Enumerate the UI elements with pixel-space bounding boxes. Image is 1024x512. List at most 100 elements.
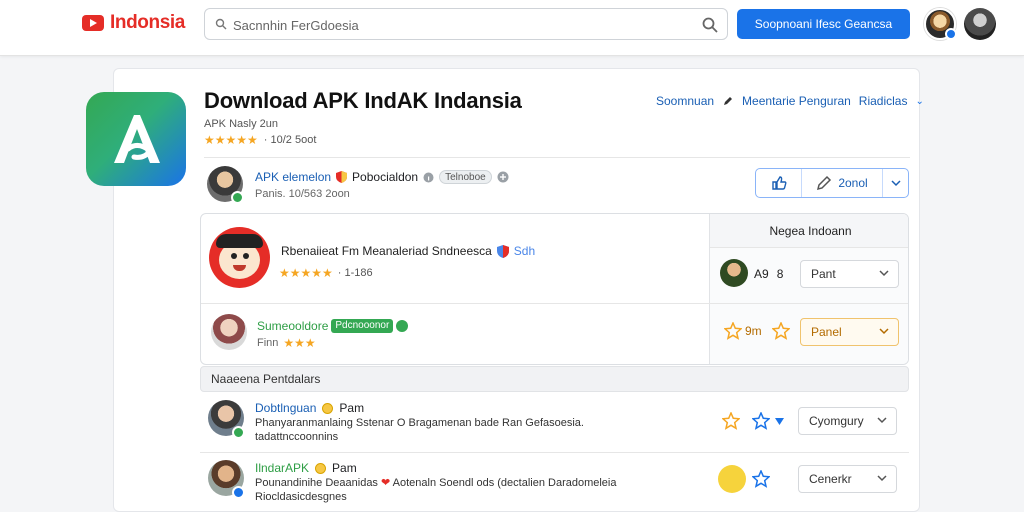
search-icon[interactable] <box>701 16 719 34</box>
secondary-avatar[interactable] <box>964 8 996 40</box>
star-outline-icon[interactable] <box>772 322 790 340</box>
mascot-eye <box>243 253 249 259</box>
row2-right-label: 9m <box>745 324 762 338</box>
chevron-down-icon[interactable]: ⌄ <box>915 96 923 107</box>
shield-icon <box>496 244 509 258</box>
comment-meta: Pam <box>339 401 365 415</box>
row-divider <box>200 452 909 453</box>
row2-name[interactable]: Sumeooldore <box>257 319 328 333</box>
comment-text: Pounandinihe Deaanidas <box>255 477 378 489</box>
row1-tag[interactable]: Sdh <box>514 244 535 258</box>
header-cta-button[interactable]: Soopnoani Ifesc Geancsa <box>737 9 910 39</box>
heart-icon: ❤ <box>381 477 391 489</box>
top-bar: Indonsia Soopnoani Ifesc Geancsa <box>0 0 1024 56</box>
publisher-pill: Telnoboe <box>439 170 492 184</box>
comment-text: Phanyaranmanlaing Sstenar O Bragamenan b… <box>255 417 584 429</box>
mini-name: A9 <box>754 267 769 281</box>
site-logo[interactable]: Indonsia <box>82 12 185 34</box>
link-1[interactable]: Soomnuan <box>656 94 714 108</box>
link-3[interactable]: Riadiclas <box>859 94 908 108</box>
mini-sep: 8 <box>776 267 784 281</box>
row1-rating: ★★★★★ · 1-186 <box>279 266 373 280</box>
chevron-down-icon <box>879 328 889 335</box>
emoji-icon <box>315 462 327 474</box>
gold-avatar[interactable] <box>718 465 746 493</box>
rating-stars: ★★★★★ <box>204 133 258 147</box>
comment-text: Aotenaln Soendl ods (dectalien Daradomel… <box>392 477 617 489</box>
comment-author[interactable]: Dobtlnguan <box>255 401 316 415</box>
brand-name: Indonsia <box>110 12 185 33</box>
verified-check-icon <box>232 426 245 439</box>
row1-stars: ★★★★★ <box>279 266 333 280</box>
publisher-line: APK elemelon Pobocialdon Telnoboe <box>255 170 509 184</box>
star-outline-icon[interactable] <box>722 412 740 430</box>
publisher-name[interactable]: APK elemelon <box>255 170 331 184</box>
app-letter-icon <box>114 115 160 163</box>
row2-sub: Finn <box>257 337 279 349</box>
app-rating: ★★★★★ · 10/2 5oot <box>204 133 316 147</box>
mini-name-line: A9 8 <box>754 267 783 281</box>
comment-author[interactable]: IlndarAPK <box>255 461 309 475</box>
link-2[interactable]: Meentarie Penguran <box>742 94 851 108</box>
search-input[interactable] <box>233 15 693 35</box>
right-panel-header: Negea Indoann <box>710 214 908 248</box>
plus-icon[interactable] <box>497 171 509 183</box>
star-outline-blue-icon[interactable] <box>752 412 770 430</box>
row2-stars: ★★★ <box>283 336 316 350</box>
row-divider <box>201 303 908 304</box>
thumbs-up-icon <box>771 176 786 190</box>
app-subtitle: APK Nasly 2un <box>204 118 278 130</box>
select-dropdown-highlight[interactable]: Panel <box>800 318 899 346</box>
row1-rating-text: · 1-186 <box>337 267 373 279</box>
comment-text: Riocldasicdesgnes <box>255 491 347 503</box>
share-label: 2onol <box>838 176 868 190</box>
comment-dropdown[interactable]: Cenerkr <box>798 465 897 493</box>
select-dropdown[interactable]: Pant <box>800 260 899 288</box>
page-title: Download APK IndAK Indansia <box>204 88 522 113</box>
comment-header: IlndarAPK Pam <box>255 461 357 475</box>
mascot-avatar[interactable] <box>209 227 270 288</box>
comment-text-line: Pounandinihe Deaanidas ❤ Aotenaln Soendl… <box>255 476 675 490</box>
star-outline-icon[interactable] <box>724 322 742 340</box>
inner-panel: Rbenaiieat Fm Meanaleriad Sndneesca Sdh … <box>200 213 909 365</box>
share-button[interactable]: 2onol <box>802 169 882 197</box>
publisher-label: Pobocialdon <box>352 170 419 184</box>
info-icon <box>423 172 434 182</box>
chevron-down-icon <box>890 180 901 187</box>
top-links: Soomnuan Meentarie Penguran Riadiclas ⌄ <box>656 94 924 108</box>
rating-text: · 10/2 5oot <box>263 134 317 146</box>
comment-body: Pounandinihe Deaanidas ❤ Aotenaln Soendl… <box>255 476 675 504</box>
emoji-icon <box>322 402 334 414</box>
comment-dropdown-value: Cyomgury <box>809 414 864 428</box>
comment-header: Dobtlnguan Pam <box>255 401 364 415</box>
row2-subline: Finn ★★★ <box>257 336 316 350</box>
select-value: Pant <box>811 267 836 281</box>
more-dropdown[interactable] <box>882 169 908 197</box>
publisher-subline: Panis. 10/563 2oon <box>255 188 350 200</box>
shield-icon <box>336 171 348 183</box>
section-header: Naaeena Pentdalars <box>200 366 909 392</box>
inner-left: Rbenaiieat Fm Meanaleriad Sndneesca Sdh … <box>201 214 709 364</box>
divider <box>204 157 910 158</box>
chevron-down-icon <box>877 417 887 424</box>
chevron-down-icon <box>879 270 889 277</box>
mini-avatar[interactable] <box>720 259 748 287</box>
app-icon <box>86 92 186 186</box>
verified-badge-icon <box>232 486 245 499</box>
row2-line: Sumeooldore Pdcnooonor <box>257 319 409 333</box>
mascot-eye <box>231 253 237 259</box>
verified-check-icon <box>231 191 244 204</box>
row2-avatar[interactable] <box>211 314 247 350</box>
search-box[interactable] <box>204 8 728 40</box>
comment-text: tadattnccoonnins <box>255 431 339 443</box>
search-lead-icon <box>215 18 227 30</box>
caret-down-icon[interactable] <box>775 418 784 425</box>
comment-dropdown[interactable]: Cyomgury <box>798 407 897 435</box>
action-split-button[interactable]: 2onol <box>755 168 909 198</box>
row1-title-text[interactable]: Rbenaiieat Fm Meanaleriad Sndneesca <box>281 244 492 258</box>
play-logo-icon <box>82 15 104 31</box>
like-button[interactable] <box>756 169 802 197</box>
row2-pill: Pdcnooonor <box>331 319 394 333</box>
mascot-hat <box>216 234 263 248</box>
star-outline-blue-icon[interactable] <box>752 470 770 488</box>
